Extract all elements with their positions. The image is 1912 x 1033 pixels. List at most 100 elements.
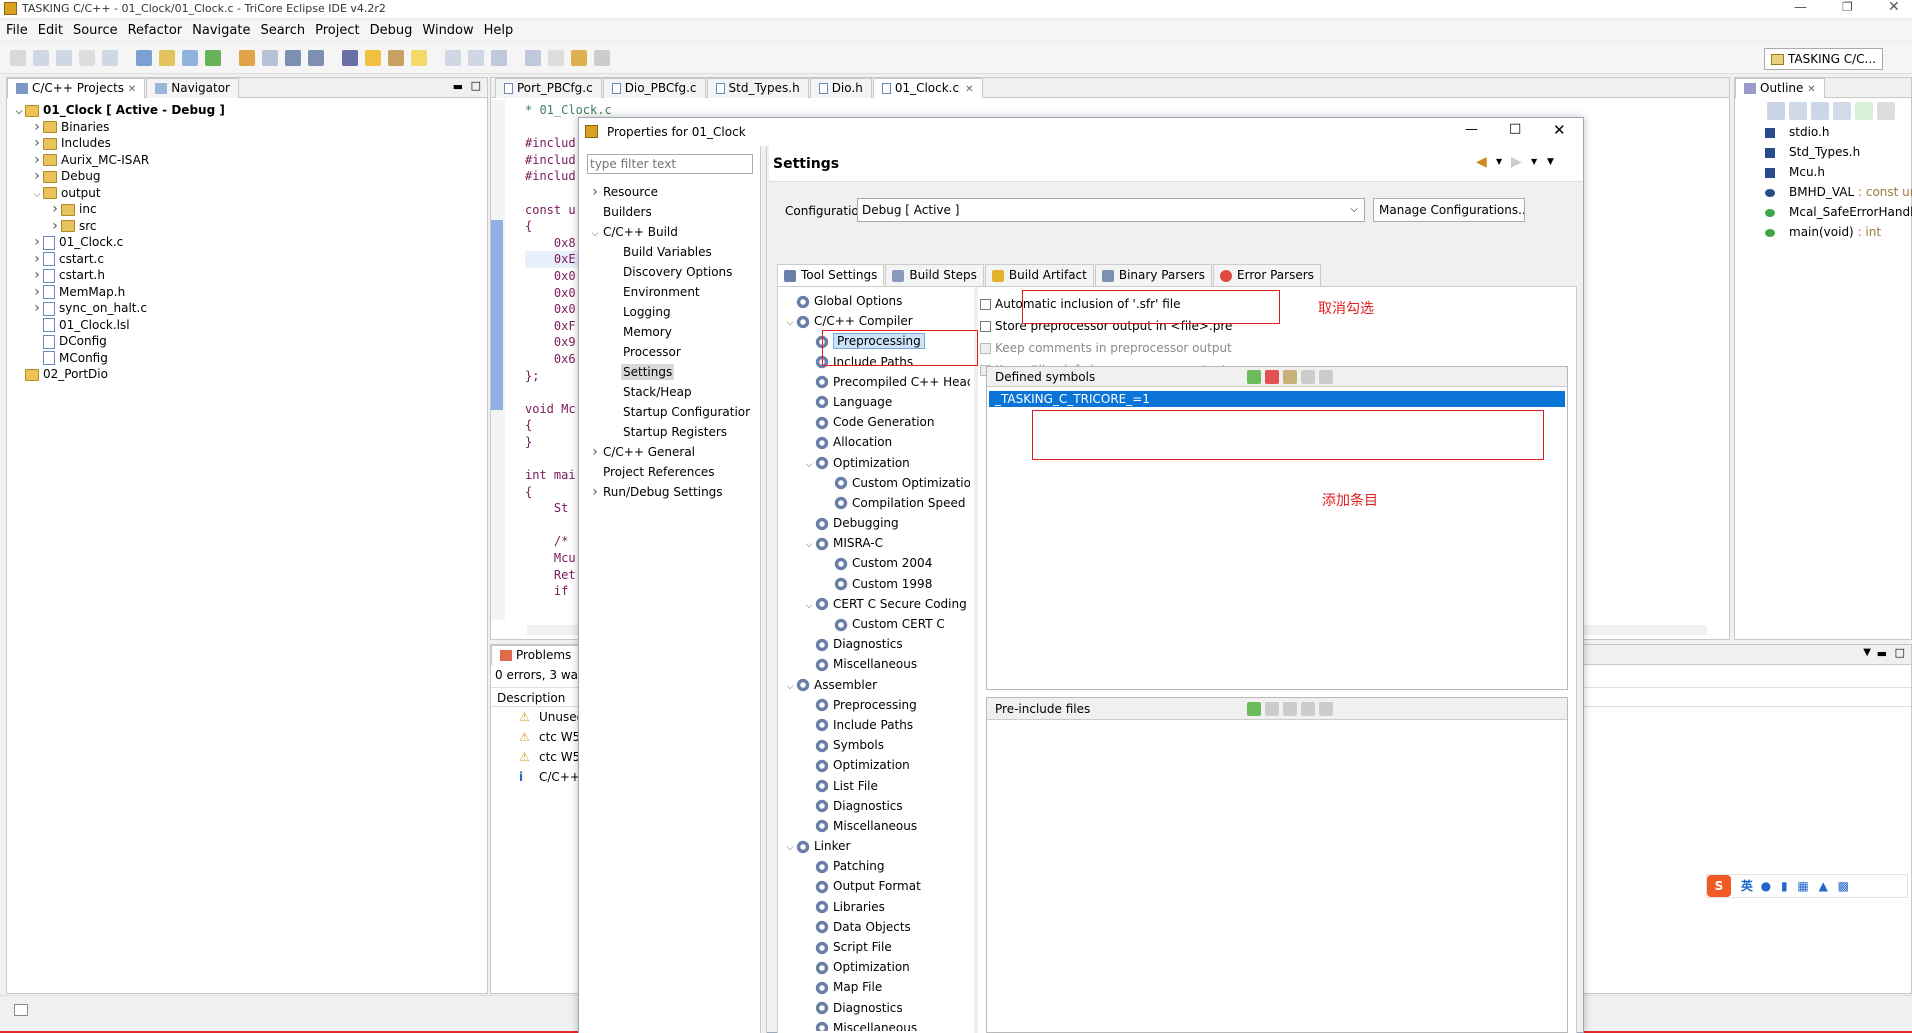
menu-refactor[interactable]: Refactor <box>123 20 188 38</box>
settings-tree-item[interactable]: ⌵ C/C++ Compiler <box>784 311 970 331</box>
expanded-icon[interactable]: ⌵ <box>589 224 601 244</box>
settings-tree-item[interactable]: Precompiled C++ Headers <box>784 372 970 392</box>
project-tree-item[interactable]: › Includes <box>7 135 487 152</box>
collapsed-icon[interactable]: › <box>31 168 43 185</box>
settings-tree-item[interactable]: Global Options <box>784 291 970 311</box>
settings-tree-item[interactable]: List File <box>784 776 970 796</box>
new-class-icon[interactable] <box>182 50 198 66</box>
hide-fields-icon[interactable] <box>1811 102 1829 120</box>
toolbox-icon[interactable]: ▩ <box>1838 879 1849 893</box>
minimize-view-icon[interactable]: ▬ <box>1877 647 1887 660</box>
manage-configurations-button[interactable]: Manage Configurations... <box>1373 198 1525 222</box>
settings-tree-item[interactable]: Libraries <box>784 897 970 917</box>
dialog-nav-item[interactable]: Startup Configuratior <box>589 402 759 422</box>
tool-tab[interactable]: Build Steps <box>885 264 984 286</box>
settings-tree-item[interactable]: Allocation <box>784 432 970 452</box>
view-menu-icon[interactable]: ▼ <box>1863 647 1871 658</box>
tab-navigator[interactable]: Navigator <box>146 78 239 98</box>
perspective-switcher[interactable]: TASKING C/C... <box>1764 48 1883 70</box>
collapsed-icon[interactable]: › <box>49 218 61 235</box>
save-all-icon[interactable] <box>56 50 72 66</box>
dialog-nav-item[interactable]: Discovery Options <box>589 262 759 282</box>
ime-language-label[interactable]: 英 <box>1741 879 1753 893</box>
settings-tree-item[interactable]: ⌵ Assembler <box>784 675 970 695</box>
tool-tab[interactable]: Tool Settings <box>777 264 885 286</box>
back-arrow-icon[interactable]: ◀ <box>1476 154 1487 170</box>
minimize-view-icon[interactable]: ▬ <box>453 80 463 93</box>
debug-config-icon[interactable] <box>262 50 278 66</box>
settings-tree-item[interactable]: Data Objects <box>784 917 970 937</box>
settings-tree-item[interactable]: ⌵ MISRA-C <box>784 533 970 553</box>
expanded-icon[interactable]: ⌵ <box>784 313 796 333</box>
dialog-nav-item[interactable]: Stack/Heap <box>589 382 759 402</box>
tree-splitter[interactable] <box>974 287 978 1033</box>
collapse-all-icon[interactable] <box>1767 102 1785 120</box>
settings-tree-item[interactable]: Custom 1998 <box>784 574 970 594</box>
project-tree-item[interactable]: DConfig <box>7 333 487 350</box>
settings-tree-item[interactable]: ⌵ Linker <box>784 836 970 856</box>
outline-item[interactable]: Mcal_SafeErrorHandl <box>1765 202 1912 222</box>
project-tree-item[interactable]: MConfig <box>7 350 487 367</box>
collapsed-icon[interactable]: › <box>589 482 601 502</box>
new-icon[interactable] <box>10 50 26 66</box>
settings-tree-item[interactable]: Map File <box>784 977 970 997</box>
print-icon[interactable] <box>79 50 95 66</box>
delete-icon[interactable] <box>1265 701 1279 716</box>
expanded-icon[interactable]: ⌵ <box>784 677 796 697</box>
save-icon[interactable] <box>33 50 49 66</box>
dialog-nav-item[interactable]: › Run/Debug Settings <box>589 482 759 502</box>
dialog-splitter[interactable] <box>761 146 767 1033</box>
move-up-icon[interactable] <box>1301 369 1315 384</box>
outline-item[interactable]: BMHD_VAL : const ur <box>1765 182 1912 202</box>
menu-debug[interactable]: Debug <box>365 20 418 38</box>
dialog-nav-item[interactable]: Startup Registers <box>589 422 759 442</box>
editor-tab[interactable]: Dio_PBCfg.c <box>602 78 706 98</box>
minimize-button[interactable]: — <box>1794 0 1807 15</box>
dialog-nav-item[interactable]: › Resource <box>589 182 759 202</box>
project-tree-item[interactable]: › cstart.c <box>7 251 487 268</box>
menu-file[interactable]: File <box>0 20 33 38</box>
settings-tree-item[interactable]: Script File <box>784 937 970 957</box>
collapsed-icon[interactable]: › <box>31 251 43 268</box>
expanded-icon[interactable]: ⌵ <box>803 455 815 475</box>
move-up-icon[interactable] <box>1301 701 1315 716</box>
outline-item[interactable]: Std_Types.h <box>1765 142 1911 162</box>
collapsed-icon[interactable]: › <box>31 135 43 152</box>
settings-tree-item[interactable]: Custom CERT C <box>784 614 970 634</box>
dialog-nav-item[interactable]: › C/C++ General <box>589 442 759 462</box>
bug-icon[interactable] <box>342 50 358 66</box>
settings-tree-item[interactable]: Language <box>784 392 970 412</box>
toggle-icon[interactable] <box>445 50 461 66</box>
expanded-icon[interactable]: ⌵ <box>803 535 815 555</box>
dialog-nav-item[interactable]: Environment <box>589 282 759 302</box>
hide-static-icon[interactable] <box>1833 102 1851 120</box>
back-icon[interactable] <box>571 50 587 66</box>
settings-tree-item[interactable]: Miscellaneous <box>784 1018 970 1031</box>
editor-tab[interactable]: Port_PBCfg.c <box>495 78 602 98</box>
collapsed-icon[interactable]: › <box>31 152 43 169</box>
expanded-icon[interactable]: ⌵ <box>803 596 815 616</box>
settings-tree-item[interactable]: Custom 2004 <box>784 553 970 573</box>
expanded-icon[interactable]: ⌵ <box>784 838 796 858</box>
settings-tree-item[interactable]: Miscellaneous <box>784 816 970 836</box>
settings-tree-item[interactable]: Preprocessing <box>784 695 970 715</box>
collapsed-icon[interactable]: › <box>31 234 43 251</box>
menu-window[interactable]: Window <box>417 20 478 38</box>
menu-search[interactable]: Search <box>255 20 310 38</box>
settings-tree-item[interactable]: Include Paths <box>784 715 970 735</box>
punctuation-icon[interactable]: ● <box>1761 879 1771 893</box>
chip-icon[interactable] <box>285 50 301 66</box>
menu-project[interactable]: Project <box>310 20 364 38</box>
collapsed-icon[interactable]: › <box>31 284 43 301</box>
group-includes-icon[interactable] <box>1877 102 1895 120</box>
refresh-icon[interactable] <box>205 50 221 66</box>
tool-tab[interactable]: Error Parsers <box>1213 264 1321 286</box>
menu-edit[interactable]: Edit <box>33 20 68 38</box>
maximize-view-icon[interactable]: □ <box>1895 646 1905 659</box>
delete-icon[interactable] <box>1265 369 1279 384</box>
editor-tab[interactable]: Std_Types.h <box>706 78 809 98</box>
settings-icon[interactable] <box>365 50 381 66</box>
maximize-button[interactable]: ❐ <box>1842 0 1853 14</box>
project-tree-item[interactable]: ⌵ output <box>7 185 487 202</box>
add-icon[interactable] <box>1247 369 1261 384</box>
